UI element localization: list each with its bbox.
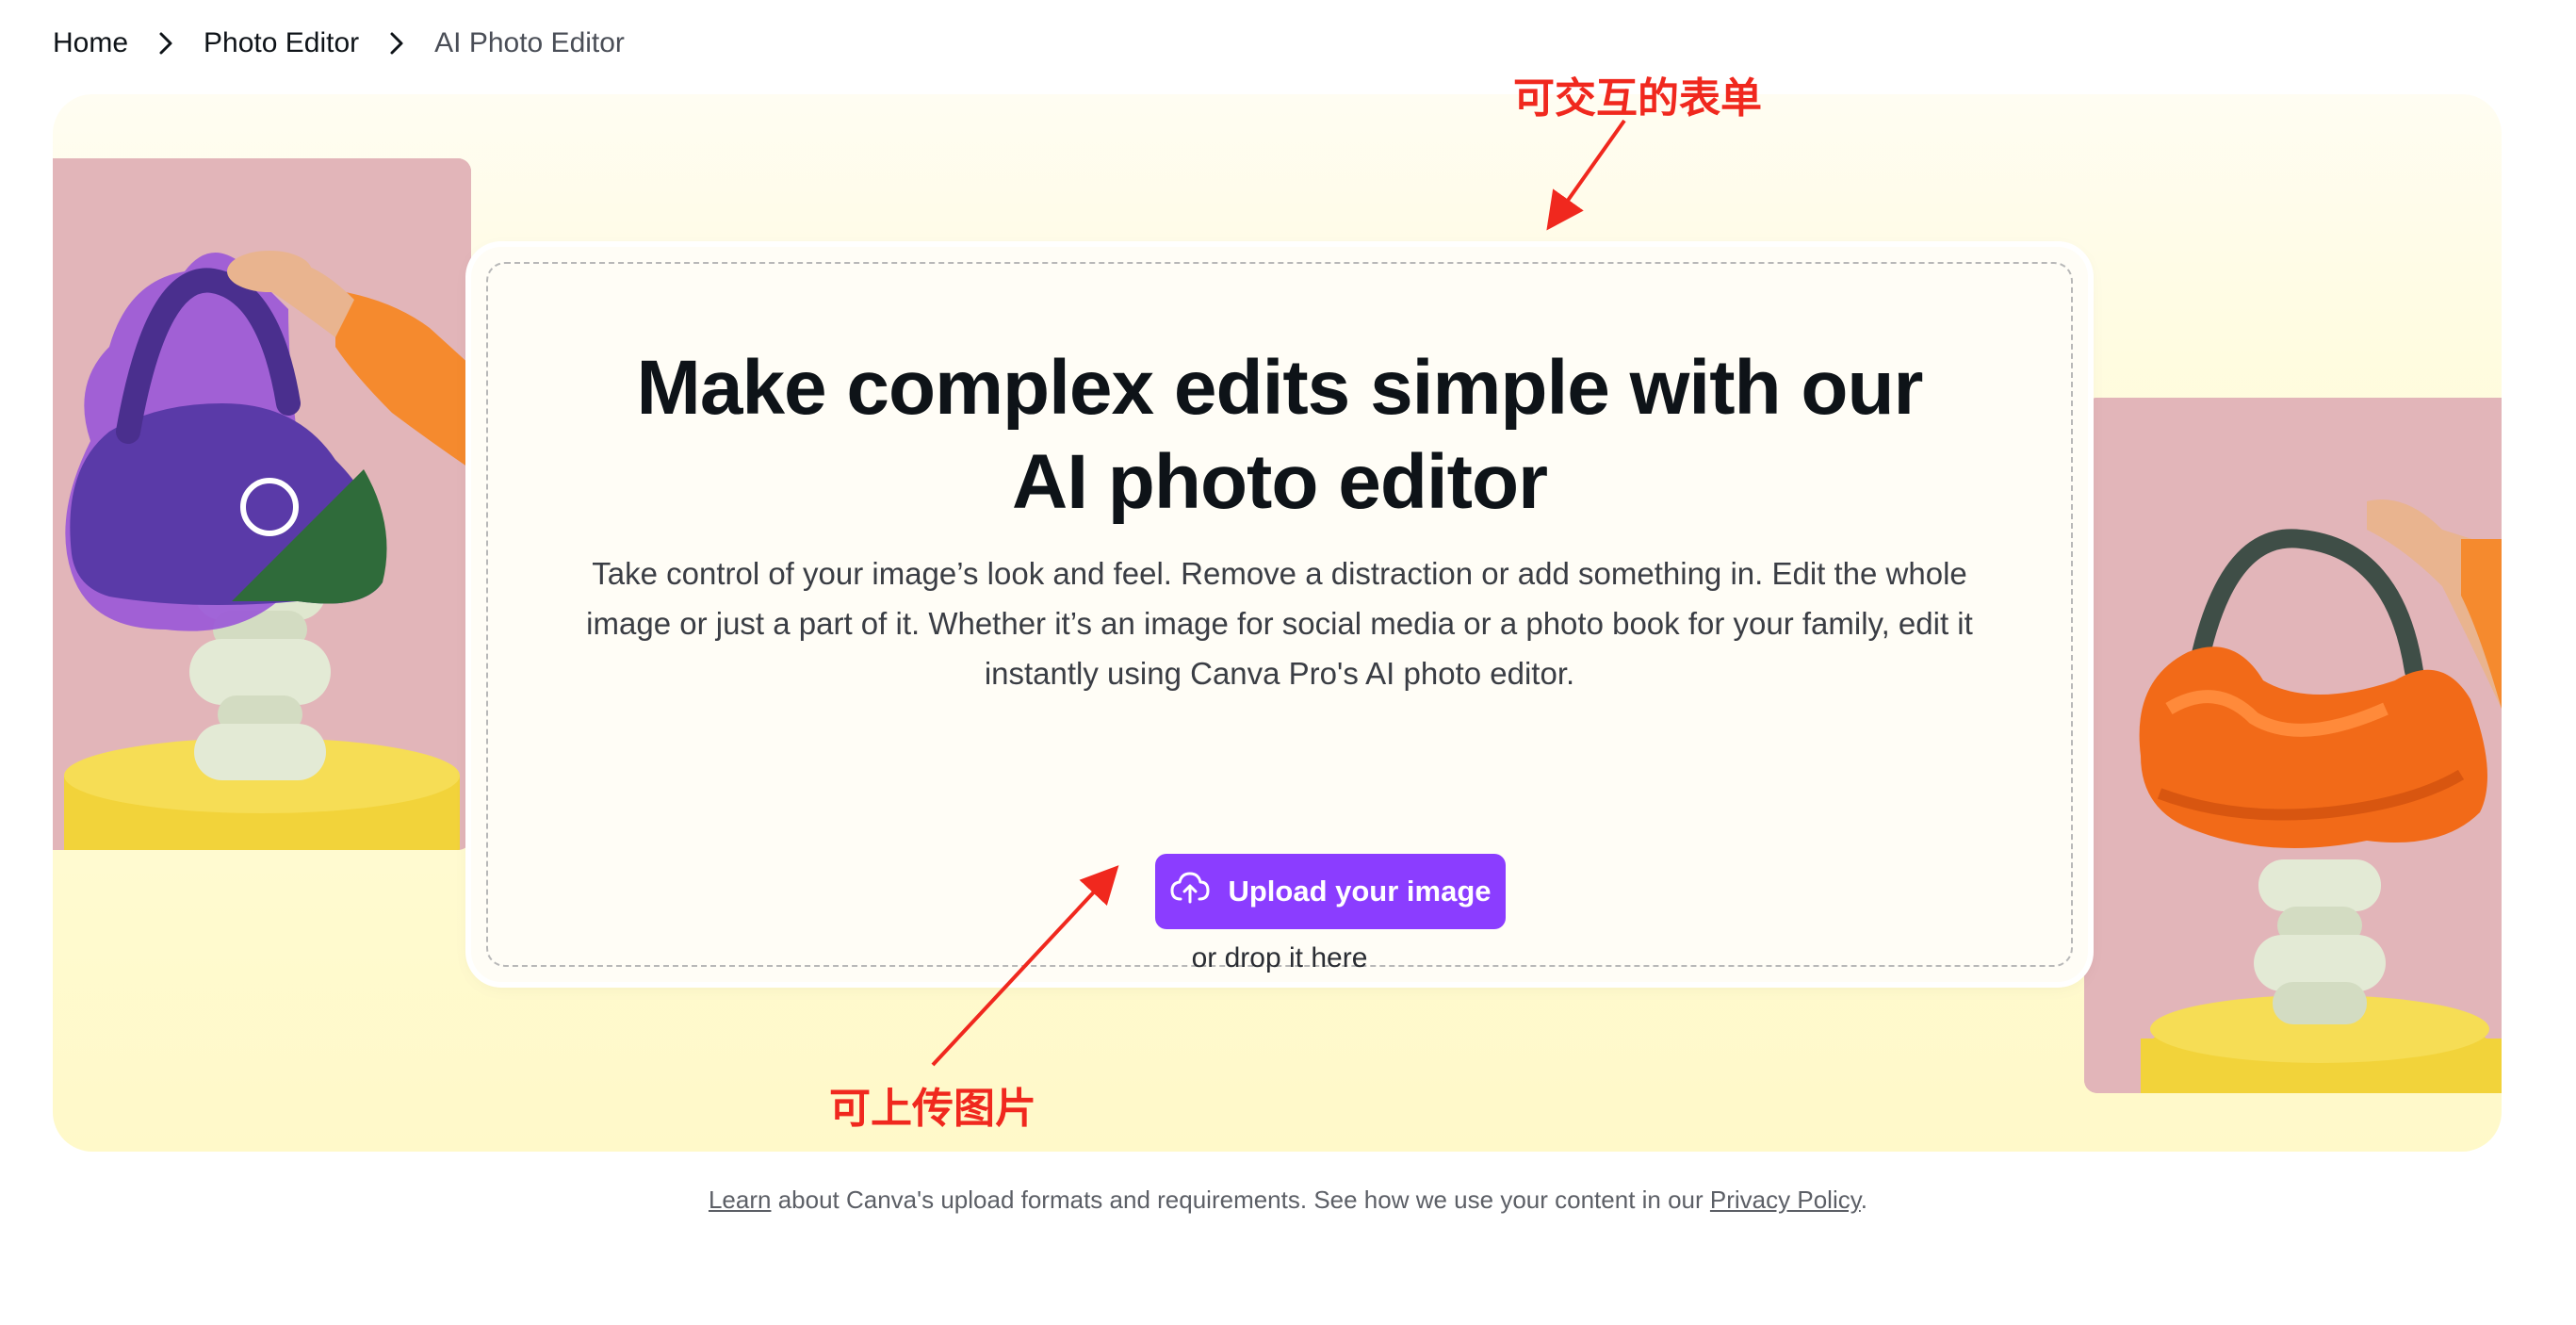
- annotation-interactive-form: 可交互的表单: [1513, 74, 1762, 123]
- hero-title-line1: Make complex edits simple with our: [636, 345, 1924, 431]
- annotation-upload-image: 可上传图片: [829, 1085, 1036, 1133]
- chevron-right-icon: [359, 23, 434, 64]
- hero-section: Make complex edits simple with our AI ph…: [53, 94, 2502, 1152]
- hero-title-line2: AI photo editor: [1011, 439, 1548, 525]
- chevron-right-icon: [128, 23, 204, 64]
- drop-hint: or drop it here: [1191, 942, 1368, 973]
- cloud-upload-icon: [1169, 871, 1211, 912]
- breadcrumb-home-link[interactable]: Home: [53, 27, 128, 59]
- breadcrumb-current: AI Photo Editor: [434, 27, 625, 58]
- footer-note: Learn about Canva's upload formats and r…: [0, 1186, 2576, 1215]
- footer-text: about Canva's upload formats and require…: [771, 1186, 1710, 1214]
- learn-link[interactable]: Learn: [709, 1186, 772, 1214]
- breadcrumb-photo-editor-link[interactable]: Photo Editor: [204, 27, 359, 59]
- privacy-policy-link[interactable]: Privacy Policy: [1710, 1186, 1861, 1214]
- left-bag-image: [53, 158, 471, 850]
- upload-button-label: Upload your image: [1228, 875, 1492, 908]
- upload-card[interactable]: Make complex edits simple with our AI ph…: [471, 247, 2088, 982]
- footer-text-end: .: [1860, 1186, 1868, 1214]
- upload-image-button[interactable]: Upload your image: [1155, 854, 1506, 929]
- right-bag-image: [2084, 398, 2502, 1093]
- breadcrumb: Home Photo Editor AI Photo Editor: [53, 23, 625, 64]
- hero-description: Take control of your image’s look and fe…: [586, 556, 1973, 691]
- hero-title: Make complex edits simple with our AI ph…: [471, 341, 2088, 530]
- page: Home Photo Editor AI Photo Editor Make c…: [0, 0, 2576, 1325]
